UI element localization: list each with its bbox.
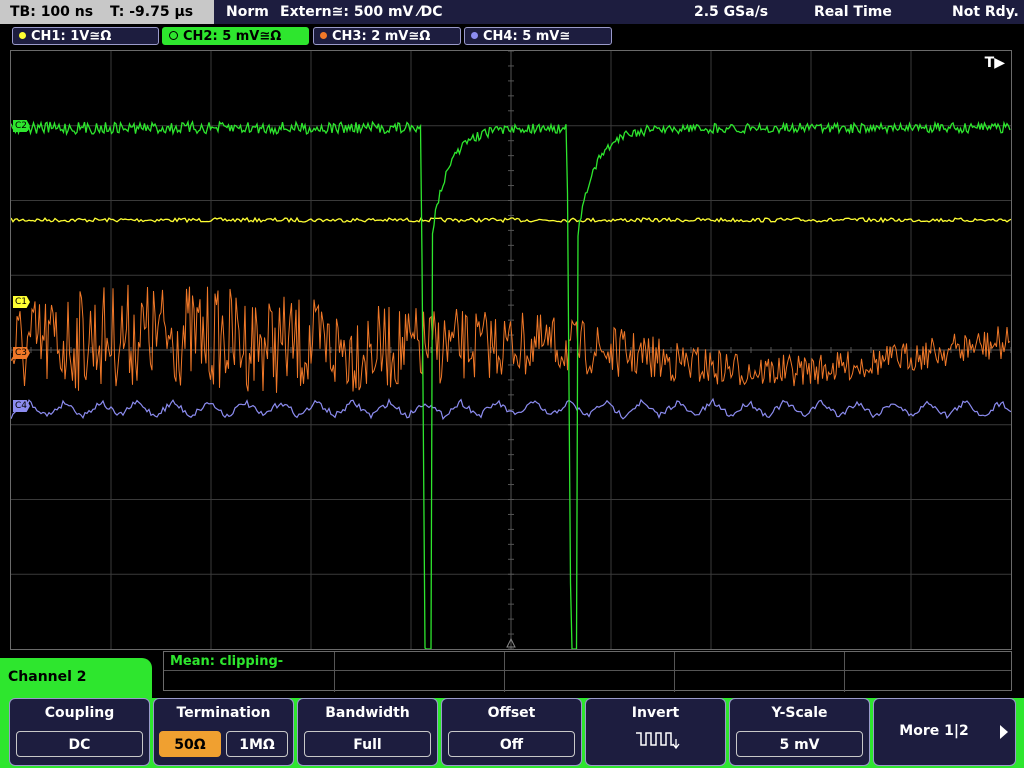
yscale-value[interactable]: 5 mV: [736, 731, 863, 757]
ch3-dot-icon: [320, 32, 327, 39]
menu-title: Channel 2: [0, 658, 152, 698]
waveform-canvas[interactable]: [11, 51, 1011, 649]
ch4-level-marker[interactable]: C4: [13, 400, 31, 412]
ch2-level-marker[interactable]: C2: [13, 120, 31, 132]
tab-ch3[interactable]: CH3: 2 mV≅Ω: [313, 27, 461, 45]
ch4-dot-icon: [471, 32, 478, 39]
more-label: More 1|2: [899, 723, 969, 739]
timebase-box[interactable]: TB: 100 ns T: -9.75 µs: [0, 0, 214, 24]
acquisition-mode: Real Time: [814, 4, 892, 20]
measurement-divider: [504, 652, 505, 692]
invert-title: Invert: [631, 705, 680, 721]
more-button[interactable]: More 1|2: [873, 698, 1016, 766]
trigger-position-marker[interactable]: T▶: [985, 55, 1005, 71]
measurement-result: Mean: clipping-: [170, 654, 284, 669]
invert-pulse-icon: [636, 732, 680, 750]
status-text: Not Rdy.: [952, 4, 1019, 20]
channel-tabs: CH1: 1V≅Ω CH2: 5 mV≅Ω CH3: 2 mV≅Ω CH4: 5…: [0, 24, 1024, 48]
ch2-dot-icon: [169, 31, 178, 40]
coupling-button[interactable]: Coupling DC: [9, 698, 150, 766]
tab-ch4-label: CH4: 5 mV≅: [483, 29, 571, 44]
tab-ch1[interactable]: CH1: 1V≅Ω: [12, 27, 159, 45]
offset-button[interactable]: Offset Off: [441, 698, 582, 766]
coupling-value[interactable]: DC: [16, 731, 143, 757]
tab-ch2-label: CH2: 5 mV≅Ω: [183, 29, 282, 44]
offset-value[interactable]: Off: [448, 731, 575, 757]
tab-ch1-label: CH1: 1V≅Ω: [31, 29, 112, 44]
yscale-button[interactable]: Y-Scale 5 mV: [729, 698, 870, 766]
measurement-divider: [164, 670, 1011, 671]
measurement-panel: Mean: clipping-: [163, 651, 1012, 692]
trigger-source[interactable]: Extern≅: 500 mV ⁄DC: [280, 0, 442, 24]
timebase-value: TB: 100 ns: [10, 4, 94, 20]
softkey-bar: Coupling DC Termination 50Ω 1MΩ Bandwidt…: [0, 698, 1024, 768]
ch1-dot-icon: [19, 32, 26, 39]
tab-ch2[interactable]: CH2: 5 mV≅Ω: [162, 27, 309, 45]
invert-button[interactable]: Invert: [585, 698, 726, 766]
measurement-divider: [844, 652, 845, 692]
bandwidth-button[interactable]: Bandwidth Full: [297, 698, 438, 766]
trigger-time-value: T: -9.75 µs: [109, 4, 194, 20]
bandwidth-title: Bandwidth: [325, 705, 410, 721]
tab-ch3-label: CH3: 2 mV≅Ω: [332, 29, 431, 44]
termination-50ohm[interactable]: 50Ω: [159, 731, 221, 757]
waveform-display[interactable]: T▶ C2 C1 C3 C4: [10, 50, 1012, 650]
termination-1mohm[interactable]: 1MΩ: [226, 731, 288, 757]
sample-rate: 2.5 GSa/s: [694, 4, 769, 20]
status-bar: TB: 100 ns T: -9.75 µs Norm Extern≅: 500…: [0, 0, 1024, 24]
bandwidth-value[interactable]: Full: [304, 731, 431, 757]
trigger-mode[interactable]: Norm: [226, 0, 269, 24]
ch1-level-marker[interactable]: C1: [13, 296, 31, 308]
termination-title: Termination: [176, 705, 271, 721]
measurement-divider: [334, 652, 335, 692]
measurement-divider: [674, 652, 675, 692]
termination-button[interactable]: Termination 50Ω 1MΩ: [153, 698, 294, 766]
arrow-right-icon: [1000, 725, 1008, 739]
yscale-title: Y-Scale: [771, 705, 828, 721]
ch3-level-marker[interactable]: C3: [13, 347, 31, 359]
offset-title: Offset: [487, 705, 536, 721]
tab-ch4[interactable]: CH4: 5 mV≅: [464, 27, 612, 45]
coupling-title: Coupling: [44, 705, 115, 721]
